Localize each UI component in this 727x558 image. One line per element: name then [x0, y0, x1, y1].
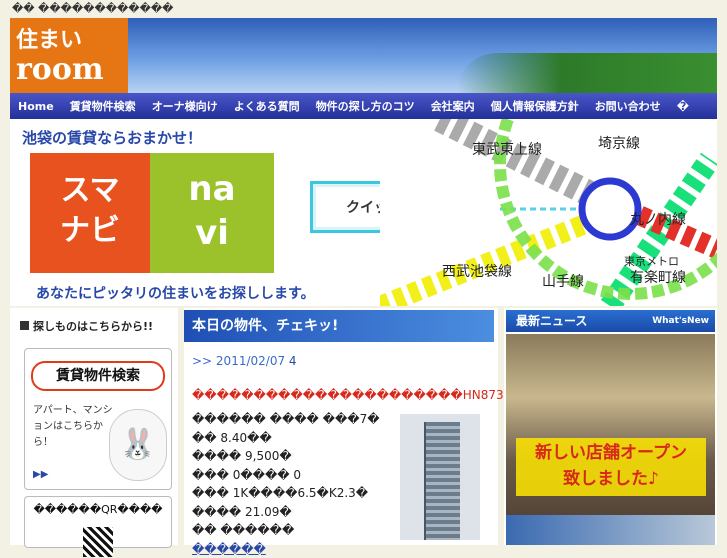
nav-extra[interactable]: � [669, 100, 697, 113]
hero-banner: 池袋の賃貸ならおまかせ！ スマ ナビ na vi あなたにピッタリの住まいをお探… [10, 119, 717, 306]
detail-row: �� ������ [192, 521, 380, 540]
news-sidebar: What'sNew 最新ニュース 新しい店舗オープン 致しました♪ [504, 308, 717, 545]
detail-row: ��� 0���� 0 [192, 466, 380, 485]
property-detail-link[interactable]: ������ [192, 540, 380, 558]
nav-faq[interactable]: よくある質問 [226, 98, 308, 114]
page-scrollbar[interactable] [718, 93, 727, 545]
sidebar-heading-text: 探しものはこちらから!! [33, 320, 153, 333]
detail-row: ������ ���� ���7� [192, 410, 380, 429]
nav-home[interactable]: Home [10, 100, 62, 113]
arrow-icon: ▶▶ [33, 469, 48, 480]
news-header: What'sNew 最新ニュース [506, 310, 715, 332]
property-photo[interactable] [400, 414, 480, 540]
building-image [424, 422, 460, 540]
line-label-saikyo[interactable]: 埼京線 [598, 133, 640, 153]
nav-company[interactable]: 会社案内 [423, 98, 483, 114]
date-text: >> 2011/02/07 [192, 354, 285, 368]
news-header-sub: What'sNew [652, 310, 715, 332]
line-label-yamanote[interactable]: 山手線 [542, 271, 584, 291]
square-icon [20, 321, 29, 330]
line-label-marunouchi[interactable]: 丸ノ内線 [630, 209, 686, 229]
top-bar: �� ������������ [0, 0, 727, 18]
rabbit-mascot-icon: 🐰 [109, 409, 167, 481]
brand-logo-left: スマ ナビ [30, 153, 150, 273]
hero-tagline: 池袋の賃貸ならおまかせ！ [22, 127, 202, 148]
site-header: 住まい room [10, 18, 717, 93]
logo-line1: 住まい [16, 22, 82, 54]
rental-search-box[interactable]: 賃貸物件検索 アパート、マンションはこちらから！ 🐰 ▶▶ [24, 348, 172, 490]
nav-privacy[interactable]: 個人情報保護方針 [483, 98, 587, 114]
qr-label: ������QR���� [25, 503, 171, 516]
rental-search-title: 賃貸物件検索 [31, 361, 165, 391]
news-header-title: 最新ニュース [516, 314, 587, 328]
main-nav: Home 賃貸物件検索 オーナ様向け よくある質問 物件の探し方のコツ 会社案内… [10, 93, 717, 119]
nav-contact[interactable]: お問い合わせ [587, 98, 669, 114]
detail-row: ���� 9,500� [192, 447, 380, 466]
left-sidebar: 探しものはこちらから!! 賃貸物件検索 アパート、マンションはこちらから！ 🐰 … [10, 308, 178, 545]
qr-box: ������QR���� [24, 496, 172, 548]
rental-search-subtitle: アパート、マンションはこちらから！ [33, 403, 113, 451]
hero-subtagline: あなたにピッタリの住まいをお探しします。 [36, 283, 315, 303]
brand-logo-right: na vi [150, 153, 274, 273]
site-logo[interactable]: 住まい room [10, 18, 128, 93]
featured-header: 本日の物件、チェキッ! [184, 310, 494, 342]
featured-date: >> 2011/02/07 4 [192, 354, 297, 368]
header-trees [457, 53, 717, 93]
nav-owners[interactable]: オーナ様向け [144, 98, 226, 114]
detail-row: �� 8.40�� [192, 429, 380, 448]
featured-property: 本日の物件、チェキッ! >> 2011/02/07 4 ������������… [184, 308, 498, 545]
logo-line2: room [16, 52, 104, 87]
nav-search-tips[interactable]: 物件の探し方のコツ [308, 98, 423, 114]
detail-row: ��� 1K����6.5�K2.3� [192, 484, 380, 503]
property-details: ������ ���� ���7� �� 8.40�� ���� 9,500� … [192, 410, 380, 558]
line-label-tobu[interactable]: 東武東上線 [472, 139, 542, 159]
detail-row: ���� 21.09� [192, 503, 380, 522]
news-image[interactable]: 新しい店舗オープン 致しました♪ [506, 334, 715, 545]
news-image-bottom [506, 515, 715, 545]
line-label-seibu[interactable]: 西武池袋線 [442, 261, 512, 281]
date-count: 4 [289, 354, 297, 368]
news-banner-text: 新しい店舗オープン 致しました♪ [516, 438, 706, 496]
qr-code-icon [83, 527, 113, 557]
line-label-yurakucho[interactable]: 有楽町線 [630, 267, 686, 287]
nav-rental-search[interactable]: 賃貸物件検索 [62, 98, 144, 114]
sidebar-heading: 探しものはこちらから!! [20, 318, 153, 334]
property-title-link[interactable]: ����������������������HN8732FF [192, 388, 525, 402]
